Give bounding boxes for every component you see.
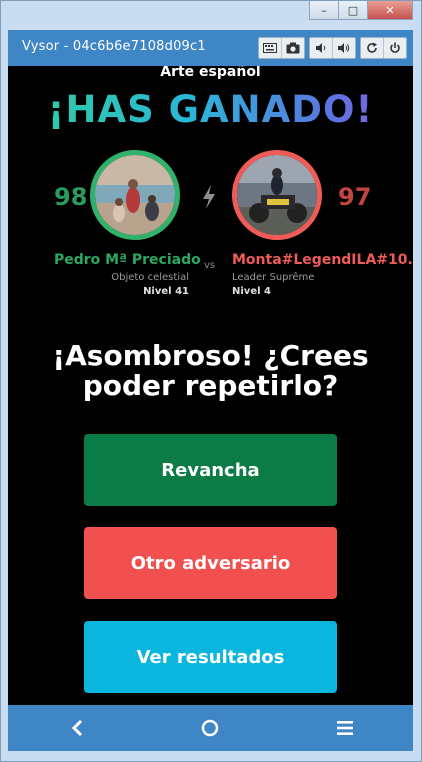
quiz-category: Arte español [160,66,261,80]
window-controls: – □ ✕ [309,1,413,21]
vysor-toolbar [258,37,407,59]
new-opponent-button[interactable]: Otro adversario [84,527,337,599]
opponent-level: Nivel 4 [232,286,271,297]
close-button[interactable]: ✕ [368,1,413,20]
vysor-header: Vysor - 04c6b6e7108d09c1 [8,30,413,66]
home-icon[interactable] [195,713,225,743]
volume-down-icon[interactable] [310,38,332,58]
message-line-1: ¡Asombroso! ¿Crees [52,339,369,372]
android-navbar [8,705,413,751]
window-titlebar[interactable]: – □ ✕ [1,1,421,31]
camera-icon[interactable] [281,38,304,58]
rematch-button[interactable]: Revancha [84,434,337,506]
player-level: Nivel 41 [143,286,189,297]
tool-group-system [360,37,407,59]
result-title: ¡HAS GANADO! [8,88,413,131]
opponent-avatar[interactable] [232,150,322,240]
vysor-title: Vysor - 04c6b6e7108d09c1 [22,39,206,54]
maximize-button[interactable]: □ [339,1,368,20]
back-icon[interactable] [62,713,92,743]
keyboard-icon[interactable] [259,38,281,58]
power-icon[interactable] [383,38,406,58]
menu-icon[interactable] [330,713,360,743]
player-name: Pedro Mª Preciado [54,252,201,268]
volume-up-icon[interactable] [332,38,355,58]
opponent-score: 97 [338,183,372,211]
result-message: ¡Asombroso! ¿Crees poder repetirlo? [8,341,413,401]
player-avatar[interactable] [90,150,180,240]
rotate-icon[interactable] [361,38,383,58]
view-results-button[interactable]: Ver resultados [84,621,337,693]
message-line-2: poder repetirlo? [82,369,339,402]
phone-screen: Arte español ¡HAS GANADO! 98 97 Pedro Mª… [8,66,413,705]
opponent-name: Monta#LegendILA#10... [232,252,413,268]
opponent-title: Leader Suprême [232,272,315,283]
tool-group-volume [309,37,356,59]
tool-group-capture [258,37,305,59]
player-title: Objeto celestial [111,272,189,283]
vs-label: vs [204,260,216,271]
player-score: 98 [54,183,88,211]
lightning-icon [201,185,217,213]
minimize-button[interactable]: – [309,1,339,20]
